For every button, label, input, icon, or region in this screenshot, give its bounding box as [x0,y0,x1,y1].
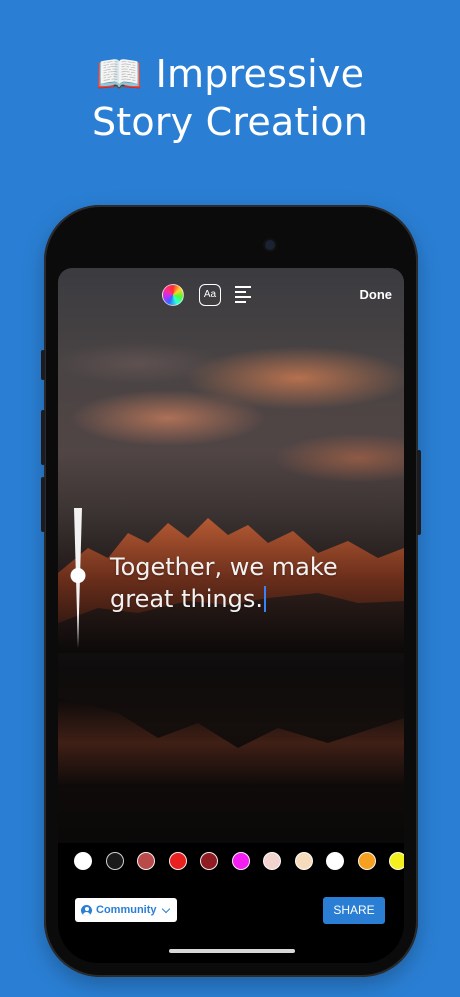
story-editor-screen: Aa Done Together, we make great things. … [58,268,404,963]
color-swatch[interactable] [263,852,281,870]
phone-frame: Aa Done Together, we make great things. … [41,205,421,977]
phone-volume-up [41,410,45,465]
phone-volume-down [41,477,45,532]
color-swatch[interactable] [105,852,124,870]
color-swatch[interactable] [200,852,218,870]
story-text-line-1: Together, we make [110,553,338,581]
person-icon [81,904,92,916]
front-camera [265,240,275,250]
color-swatch[interactable] [389,852,404,870]
audience-selector[interactable]: Community [75,898,177,922]
chevron-down-icon [161,904,170,913]
text-caret [263,586,266,612]
headline-line-2: Story Creation [91,100,369,144]
story-text-line-2: great things. [110,583,370,615]
color-swatch[interactable] [74,852,92,870]
phone-side-button [41,350,45,380]
headline-text-1: Impressive [155,52,365,96]
color-swatch[interactable] [294,852,313,870]
lake-reflection [58,698,404,788]
story-text-input[interactable]: Together, we make great things. [110,551,370,615]
story-text-line-2-content: great things. [110,585,263,613]
text-align-left-icon[interactable] [235,286,253,304]
share-button[interactable]: SHARE [323,897,385,924]
home-indicator [169,949,295,953]
color-swatch[interactable] [326,852,344,870]
color-swatch[interactable] [231,852,250,870]
done-button[interactable]: Done [360,287,393,302]
color-swatch[interactable] [137,852,155,870]
headline-line-1: 📖 Impressive [0,50,460,98]
color-swatch[interactable] [168,852,187,870]
audience-label: Community [96,904,157,916]
color-swatch[interactable] [357,852,376,870]
color-palette [74,852,404,872]
font-style-button[interactable]: Aa [199,284,221,306]
color-wheel-icon[interactable] [162,284,184,306]
phone-power-button [417,450,421,535]
book-icon: 📖 [95,52,144,96]
text-size-slider[interactable] [70,508,86,648]
text-size-knob[interactable] [70,568,86,584]
headline: 📖 Impressive Story Creation [0,50,460,146]
